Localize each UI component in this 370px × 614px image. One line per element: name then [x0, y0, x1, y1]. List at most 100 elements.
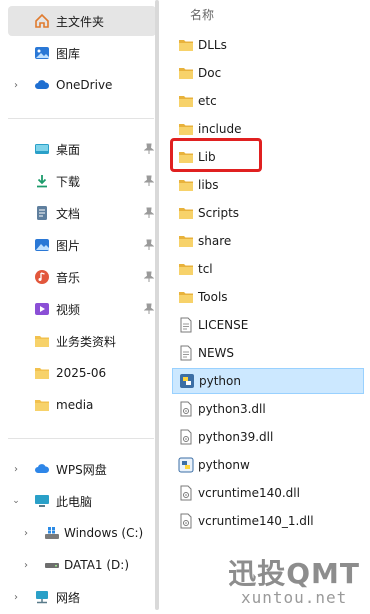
watermark-url: xuntou.net: [240, 588, 348, 607]
video-icon: [34, 301, 50, 317]
nav-item-home[interactable]: 主文件夹: [8, 6, 156, 36]
list-item-file[interactable]: vcruntime140.dll: [172, 480, 364, 506]
folder-icon: [178, 37, 194, 53]
folder-icon: [34, 365, 50, 381]
chevron-right-icon[interactable]: ›: [11, 592, 21, 603]
file-name: Tools: [198, 290, 228, 304]
nav-item-onedrive[interactable]: › OneDrive: [8, 70, 156, 100]
python-icon: [178, 457, 194, 473]
folder-icon: [178, 177, 194, 193]
nav-item-documents[interactable]: 文档: [8, 198, 156, 228]
nav-label-folder: media: [56, 398, 94, 412]
file-name: python39.dll: [198, 430, 274, 444]
nav-item-network[interactable]: › 网络: [8, 582, 156, 612]
nav-label-videos: 视频: [56, 302, 81, 317]
drive-icon: [44, 557, 60, 573]
computer-icon: [34, 493, 50, 509]
folder-icon: [178, 93, 194, 109]
chevron-right-icon[interactable]: ›: [21, 528, 31, 539]
folder-icon: [178, 289, 194, 305]
list-item-folder[interactable]: DLLs: [172, 32, 364, 58]
list-item-folder[interactable]: share: [172, 228, 364, 254]
chevron-down-icon[interactable]: ⌄: [11, 496, 21, 506]
list-item-folder[interactable]: Doc: [172, 60, 364, 86]
chevron-right-icon[interactable]: ›: [21, 560, 31, 571]
list-item-folder[interactable]: tcl: [172, 256, 364, 282]
list-item-folder[interactable]: libs: [172, 172, 364, 198]
list-item-file-selected[interactable]: python: [172, 368, 364, 394]
nav-item-wps[interactable]: › WPS网盘: [8, 454, 156, 484]
file-name: Scripts: [198, 206, 240, 220]
nav-label-pictures: 图片: [56, 238, 81, 253]
nav-item-drive-d[interactable]: › DATA1 (D:): [8, 550, 156, 580]
dll-file-icon: [178, 485, 194, 501]
nav-label-folder: 2025-06: [56, 366, 107, 380]
nav-label-downloads: 下载: [56, 174, 81, 189]
nav-item-downloads[interactable]: 下载: [8, 166, 156, 196]
nav-label-documents: 文档: [56, 206, 81, 221]
nav-item-folder[interactable]: media: [8, 390, 156, 420]
nav-label-drive-d: DATA1 (D:): [64, 558, 130, 572]
chevron-right-icon[interactable]: ›: [11, 464, 21, 475]
dll-file-icon: [178, 429, 194, 445]
windows-drive-icon: [44, 525, 60, 541]
folder-icon: [178, 121, 194, 137]
nav-item-desktop[interactable]: 桌面: [8, 134, 156, 164]
chevron-right-icon[interactable]: ›: [11, 80, 21, 91]
file-name: python3.dll: [198, 402, 266, 416]
nav-item-music[interactable]: 音乐: [8, 262, 156, 292]
file-name: python: [199, 374, 241, 388]
file-name: NEWS: [198, 346, 235, 360]
list-item-file[interactable]: LICENSE: [172, 312, 364, 338]
dll-file-icon: [178, 513, 194, 529]
pin-icon[interactable]: [144, 143, 154, 155]
nav-item-pictures[interactable]: 图片: [8, 230, 156, 260]
desktop-icon: [34, 141, 50, 157]
nav-label-folder: 业务类资料: [56, 334, 117, 349]
home-icon: [34, 13, 50, 29]
list-item-file[interactable]: pythonw: [172, 452, 364, 478]
list-item-file[interactable]: vcruntime140_1.dll: [172, 508, 364, 534]
file-name: vcruntime140_1.dll: [198, 514, 314, 528]
python-icon: [179, 373, 195, 389]
list-item-file[interactable]: NEWS: [172, 340, 364, 366]
nav-item-folder[interactable]: 2025-06: [8, 358, 156, 388]
folder-icon: [34, 333, 50, 349]
list-item-folder[interactable]: Scripts: [172, 200, 364, 226]
network-icon: [34, 589, 50, 605]
cloud-icon: [34, 77, 50, 93]
divider: [8, 118, 154, 119]
list-item-folder[interactable]: etc: [172, 88, 364, 114]
pin-icon[interactable]: [144, 175, 154, 187]
pin-icon[interactable]: [144, 271, 154, 283]
pin-icon[interactable]: [144, 303, 154, 315]
nav-label-desktop: 桌面: [56, 142, 81, 157]
nav-item-folder[interactable]: 业务类资料: [8, 326, 156, 356]
pin-icon[interactable]: [144, 239, 154, 251]
highlight-box: [170, 138, 262, 172]
file-name: etc: [198, 94, 217, 108]
column-header-name[interactable]: 名称: [190, 6, 214, 23]
pin-icon[interactable]: [144, 207, 154, 219]
cloud-icon: [34, 461, 50, 477]
scrollbar[interactable]: [155, 0, 159, 610]
nav-item-videos[interactable]: 视频: [8, 294, 156, 324]
list-item-file[interactable]: python39.dll: [172, 424, 364, 450]
nav-item-drive-c[interactable]: › Windows (C:): [8, 518, 156, 548]
folder-icon: [178, 233, 194, 249]
folder-icon: [178, 261, 194, 277]
list-item-file[interactable]: python3.dll: [172, 396, 364, 422]
music-icon: [34, 269, 50, 285]
nav-label-network: 网络: [56, 590, 81, 605]
picture-icon: [34, 237, 50, 253]
file-name: libs: [198, 178, 219, 192]
navigation-pane: 主文件夹 图库 › OneDrive 桌面 下载 文档 图片 音乐 视频 业务类…: [0, 0, 158, 614]
file-name: Doc: [198, 66, 222, 80]
file-name: tcl: [198, 262, 213, 276]
nav-item-this-pc[interactable]: ⌄ 此电脑: [8, 486, 156, 516]
nav-item-gallery[interactable]: 图库: [8, 38, 156, 68]
file-name: DLLs: [198, 38, 227, 52]
folder-icon: [178, 205, 194, 221]
list-item-folder[interactable]: Tools: [172, 284, 364, 310]
watermark-logo-text: 迅投QMT: [228, 557, 360, 590]
